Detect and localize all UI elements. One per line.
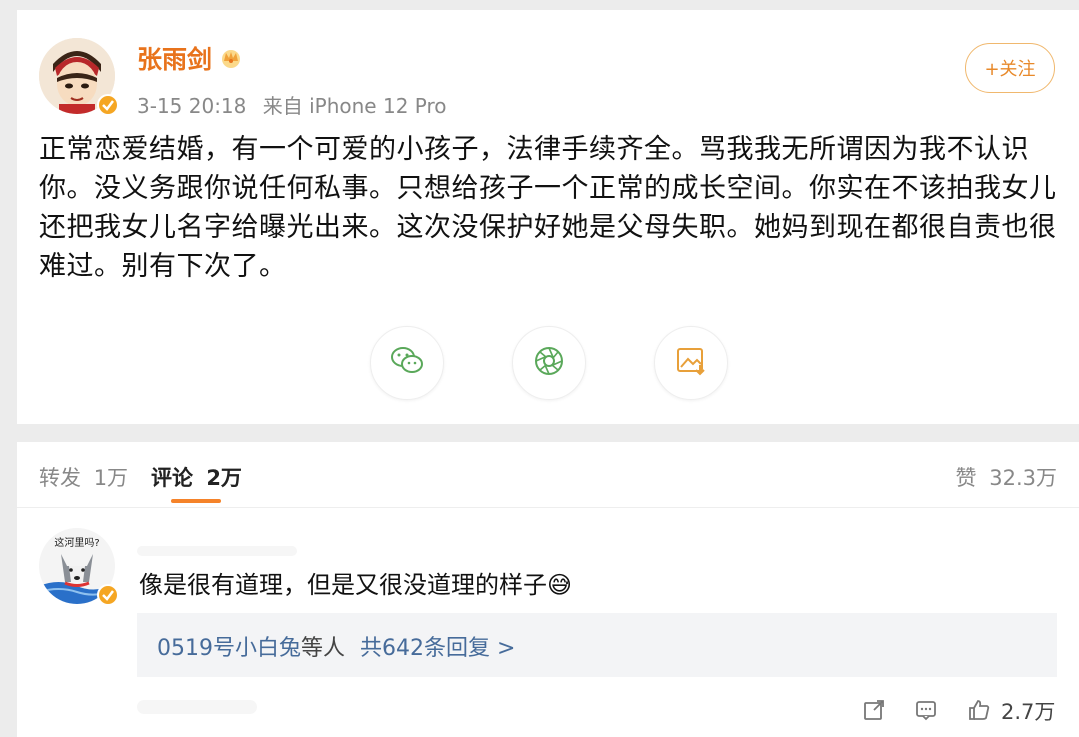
- share-wechat-button[interactable]: [370, 326, 444, 400]
- verified-badge-icon: [97, 94, 119, 116]
- tab-comment-count: 2万: [206, 466, 242, 490]
- reply-mid-text: 等人: [301, 636, 346, 661]
- post-content: 正常恋爱结婚，有一个可爱的小孩子，法律手续齐全。骂我我无所谓因为我不认识你。没义…: [39, 134, 1057, 282]
- tab-like-label: 赞: [955, 466, 977, 490]
- tab-repost-label: 转发: [39, 466, 81, 490]
- active-tab-indicator: [171, 499, 221, 503]
- comment-reply-icon[interactable]: [914, 698, 938, 722]
- share-comment-icon[interactable]: [862, 698, 886, 722]
- commenter-verified-badge-icon: [97, 584, 119, 606]
- comment-time-placeholder: [137, 700, 257, 714]
- tab-repost-count: 1万: [93, 466, 129, 490]
- wechat-icon: [389, 343, 425, 383]
- thumbs-up-icon[interactable]: [967, 698, 991, 722]
- follow-button[interactable]: +关注: [965, 43, 1055, 93]
- save-image-button[interactable]: [654, 326, 728, 400]
- tab-repost[interactable]: 转发 1万: [39, 462, 128, 492]
- moments-icon: [531, 343, 567, 383]
- post-timestamp: 3-15 20:18: [137, 94, 247, 118]
- username-row: 张雨剑: [137, 40, 242, 76]
- tab-like-count: 32.3万: [989, 466, 1057, 490]
- reply-count-link[interactable]: 共642条回复 >: [360, 636, 515, 661]
- comment-like-count: 2.7万: [1001, 700, 1056, 724]
- post-card: 张雨剑 3-15 20:18 来自 iPhone 12 Pro +关注 正常恋爱…: [17, 10, 1079, 424]
- username[interactable]: 张雨剑: [137, 40, 212, 76]
- interaction-tabs: 转发 1万 评论 2万 赞 32.3万: [17, 442, 1079, 508]
- commenter-name-placeholder: [137, 546, 297, 556]
- replies-summary[interactable]: 0519号小白兔等人 共642条回复 >: [137, 613, 1057, 677]
- post-source: 来自 iPhone 12 Pro: [262, 94, 447, 118]
- crown-badge-icon: [220, 47, 242, 69]
- post-meta: 3-15 20:18 来自 iPhone 12 Pro: [137, 90, 447, 119]
- save-image-icon: [673, 343, 709, 383]
- tab-comment-label: 评论: [151, 466, 193, 490]
- comment-text: 像是很有道理，但是又很没道理的样子😅: [139, 571, 573, 599]
- tab-comment[interactable]: 评论 2万: [151, 462, 242, 492]
- replies-summary-text: 0519号小白兔等人 共642条回复 >: [157, 630, 515, 662]
- comment-item: 这河里吗? 像是很有道理，但是又很没道理的样子😅 0519号小白兔等人 共642…: [17, 508, 1079, 737]
- tab-like[interactable]: 赞 32.3万: [956, 462, 1057, 492]
- share-moments-button[interactable]: [512, 326, 586, 400]
- reply-users[interactable]: 0519号小白兔: [157, 636, 301, 661]
